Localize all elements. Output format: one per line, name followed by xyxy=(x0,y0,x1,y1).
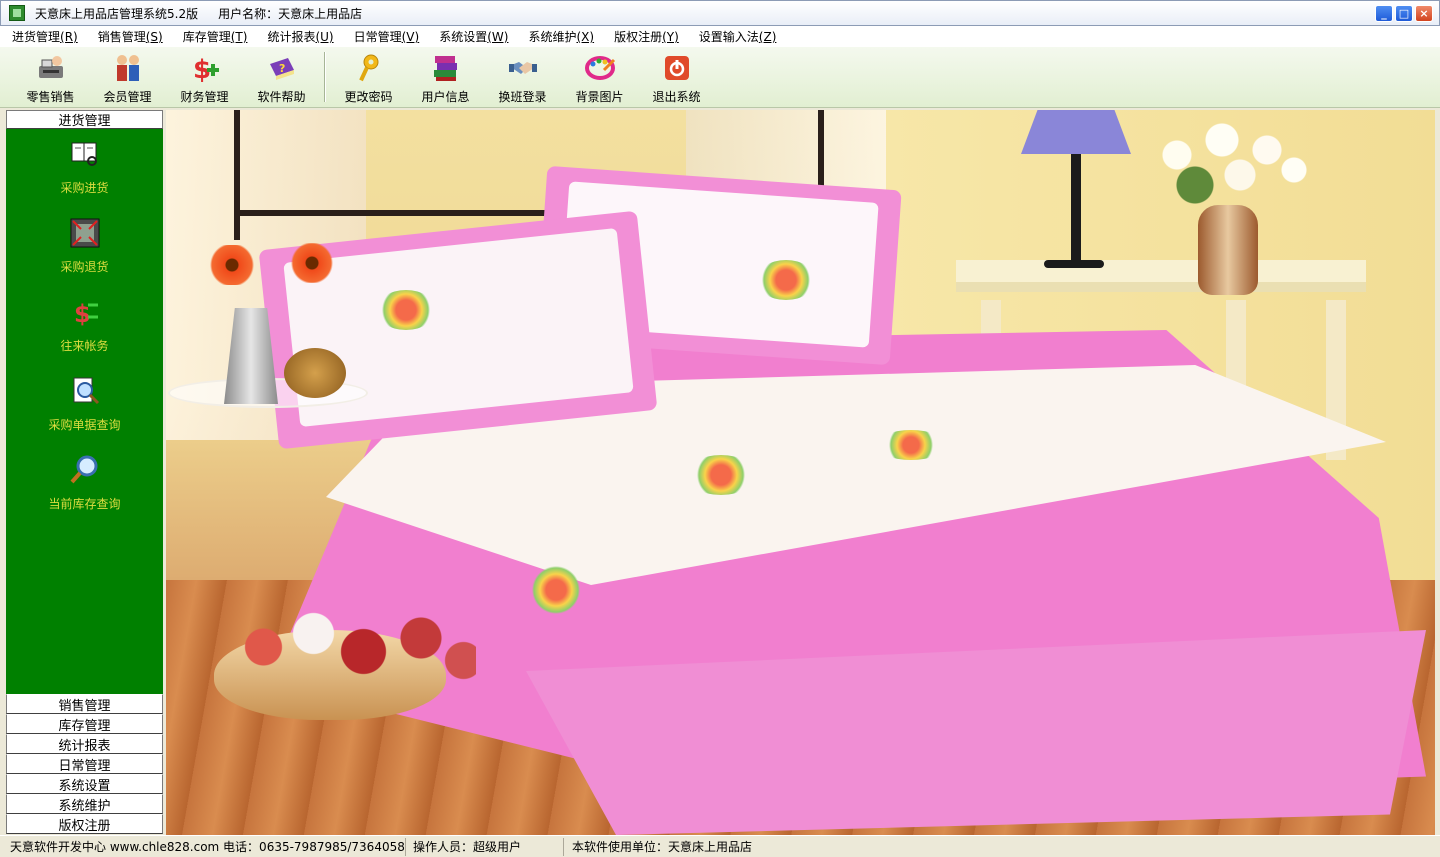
embroidery xyxy=(686,455,756,495)
shift-login-button[interactable]: 换班登录 xyxy=(484,47,561,107)
help-label: 软件帮助 xyxy=(257,90,306,104)
sidebar-item-label: 采购进货 xyxy=(60,181,109,195)
sidebar-section-registration[interactable]: 版权注册 xyxy=(6,814,163,834)
maximize-button[interactable]: □ xyxy=(1395,5,1413,22)
help-book-icon: ? xyxy=(266,52,298,84)
sidebar-section-inventory[interactable]: 库存管理 xyxy=(6,714,163,734)
gerbera-flower xyxy=(286,243,338,283)
menu-daily[interactable]: 日常管理(V) xyxy=(354,28,420,45)
sidebar-section-purchase[interactable]: 进货管理 xyxy=(6,110,163,129)
embroidery xyxy=(531,555,581,625)
sidebar-section-sales[interactable]: 销售管理 xyxy=(6,694,163,714)
status-developer: 天意软件开发中心 www.chle828.com 电话：0635-7987985… xyxy=(0,837,406,856)
window-controls: _ □ × xyxy=(1375,5,1433,22)
key-icon xyxy=(353,52,385,84)
change-password-label: 更改密码 xyxy=(344,90,393,104)
status-unit: 本软件使用单位：天意床上用品店 xyxy=(572,840,753,854)
sidebar-item-purchase-in[interactable]: 采购进货 xyxy=(6,137,163,196)
menu-settings[interactable]: 系统设置(W) xyxy=(439,28,508,45)
sidebar-item-label: 当前库存查询 xyxy=(48,497,121,511)
lamp-shade xyxy=(1021,110,1131,154)
svg-text:?: ? xyxy=(279,62,285,75)
lamp-base xyxy=(1044,260,1104,268)
menu-purchase[interactable]: 进货管理(R) xyxy=(12,28,78,45)
menu-bar: 进货管理(R) 销售管理(S) 库存管理(T) 统计报表(U) 日常管理(V) … xyxy=(0,26,1440,47)
vase xyxy=(1198,205,1258,295)
menu-maintenance[interactable]: 系统维护(X) xyxy=(528,28,594,45)
menu-input-method[interactable]: 设置输入法(Z) xyxy=(699,28,777,45)
status-operator: 操作人员：超级用户 xyxy=(406,837,564,856)
sidebar: 进货管理 采购进货 采购退货 $ 往来帐务 采购单据查询 当前库存查询 销售管理… xyxy=(6,110,163,835)
minimize-button[interactable]: _ xyxy=(1375,5,1393,22)
sidebar-item-label: 采购单据查询 xyxy=(48,418,121,432)
return-icon xyxy=(68,216,102,250)
sidebar-section-settings[interactable]: 系统设置 xyxy=(6,774,163,794)
lamp-pole xyxy=(1071,154,1081,264)
console-table xyxy=(956,260,1366,292)
palette-icon xyxy=(584,52,616,84)
window-title: 天意床上用品店管理系统5.2版 xyxy=(35,6,199,21)
exit-label: 退出系统 xyxy=(652,90,701,104)
members-button[interactable]: 会员管理 xyxy=(89,47,166,107)
sidebar-item-label: 往来帐务 xyxy=(60,339,109,353)
magnifier-icon xyxy=(68,453,102,487)
wicker-ball xyxy=(284,348,346,398)
background-image-button[interactable]: 背景图片 xyxy=(561,47,638,107)
finance-label: 财务管理 xyxy=(180,90,229,104)
title-bar: 天意床上用品店管理系统5.2版 用户名称：天意床上用品店 _ □ × xyxy=(0,0,1440,26)
embroidery xyxy=(376,290,436,330)
purchase-book-icon xyxy=(68,137,102,171)
app-icon[interactable] xyxy=(9,5,25,21)
cashier-icon xyxy=(35,52,67,84)
sidebar-section-daily[interactable]: 日常管理 xyxy=(6,754,163,774)
retail-sales-button[interactable]: 零售销售 xyxy=(12,47,89,107)
sidebar-item-purchase-doc-query[interactable]: 采购单据查询 xyxy=(6,374,163,433)
embroidery xyxy=(756,260,816,300)
toolbar: 零售销售 会员管理 $ 财务管理 ? 软件帮助 更改密码 用户信息 换班登录 背… xyxy=(0,47,1440,108)
sidebar-item-purchase-return[interactable]: 采购退货 xyxy=(6,216,163,275)
exit-button[interactable]: 退出系统 xyxy=(638,47,715,107)
status-bar: 天意软件开发中心 www.chle828.com 电话：0635-7987985… xyxy=(0,835,1440,857)
red-roses xyxy=(226,602,476,692)
gerbera-flower xyxy=(204,245,260,285)
doc-search-icon xyxy=(68,374,102,408)
members-icon xyxy=(112,52,144,84)
handshake-icon xyxy=(507,52,539,84)
white-roses xyxy=(1141,115,1321,215)
finance-icon: $ xyxy=(189,52,221,84)
members-label: 会员管理 xyxy=(103,90,152,104)
books-icon xyxy=(430,52,462,84)
user-info-label: 用户信息 xyxy=(421,90,470,104)
sidebar-panel: 采购进货 采购退货 $ 往来帐务 采购单据查询 当前库存查询 xyxy=(6,129,163,694)
sidebar-section-reports[interactable]: 统计报表 xyxy=(6,734,163,754)
sidebar-item-accounts[interactable]: $ 往来帐务 xyxy=(6,295,163,354)
menu-reports[interactable]: 统计报表(U) xyxy=(267,28,333,45)
sidebar-section-list: 销售管理 库存管理 统计报表 日常管理 系统设置 系统维护 版权注册 xyxy=(6,694,163,834)
shift-login-label: 换班登录 xyxy=(498,90,547,104)
menu-sales[interactable]: 销售管理(S) xyxy=(98,28,163,45)
toolbar-separator xyxy=(324,52,326,102)
background-image xyxy=(166,110,1435,835)
power-icon xyxy=(661,52,693,84)
sidebar-item-label: 采购退货 xyxy=(60,260,109,274)
sidebar-item-stock-query[interactable]: 当前库存查询 xyxy=(6,453,163,512)
background-image-label: 背景图片 xyxy=(575,90,624,104)
user-name-label: 用户名称：天意床上用品店 xyxy=(218,6,363,21)
sidebar-section-maintenance[interactable]: 系统维护 xyxy=(6,794,163,814)
accounts-icon: $ xyxy=(68,295,102,329)
embroidery xyxy=(876,430,946,460)
user-info-button[interactable]: 用户信息 xyxy=(407,47,484,107)
menu-inventory[interactable]: 库存管理(T) xyxy=(183,28,248,45)
close-button[interactable]: × xyxy=(1415,5,1433,22)
retail-sales-label: 零售销售 xyxy=(26,90,75,104)
help-button[interactable]: ? 软件帮助 xyxy=(243,47,320,107)
finance-button[interactable]: $ 财务管理 xyxy=(166,47,243,107)
change-password-button[interactable]: 更改密码 xyxy=(330,47,407,107)
menu-registration[interactable]: 版权注册(Y) xyxy=(614,28,679,45)
